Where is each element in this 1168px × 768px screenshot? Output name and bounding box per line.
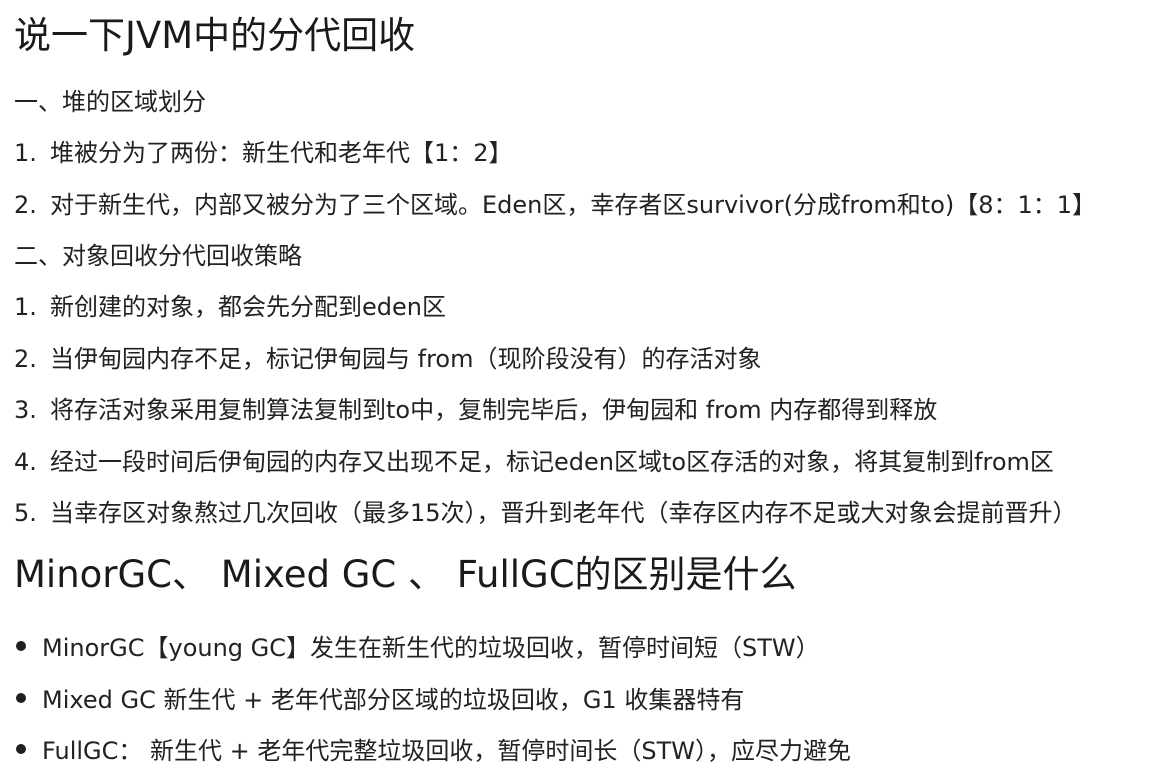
jvm-generational-gc-title: 说一下JVM中的分代回收 (14, 14, 416, 57)
list-number: 2. (14, 345, 37, 373)
list-item-text: 当伊甸园内存不足，标记伊甸园与 from（现阶段没有）的存活对象 (50, 345, 762, 373)
list-item: 2. 对于新生代，内部又被分为了三个区域。Eden区，幸存者区survivor(分… (14, 189, 1096, 221)
list-item-text: 堆被分为了两份：新生代和老年代【1：2】 (50, 139, 513, 167)
list-number: 1. (14, 293, 37, 321)
list-item-text: 新创建的对象，都会先分配到eden区 (50, 293, 446, 321)
list-number: 1. (14, 139, 37, 167)
list-item-text: 当幸存区对象熬过几次回收（最多15次），晋升到老年代（幸存区内存不足或大对象会提… (50, 499, 1077, 527)
list-item: 1. 新创建的对象，都会先分配到eden区 (14, 291, 446, 323)
list-item: 1. 堆被分为了两份：新生代和老年代【1：2】 (14, 137, 513, 169)
document-page: 说一下JVM中的分代回收 一、堆的区域划分 1. 堆被分为了两份：新生代和老年代【… (0, 0, 1168, 768)
list-item: 5. 当幸存区对象熬过几次回收（最多15次），晋升到老年代（幸存区内存不足或大对象… (14, 497, 1077, 529)
list-number: 5. (14, 499, 37, 527)
list-item: FullGC： 新生代 + 老年代完整垃圾回收，暂停时间长（STW），应尽力避免 (14, 735, 851, 767)
list-number: 2. (14, 191, 37, 219)
list-item: 4. 经过一段时间后伊甸园的内存又出现不足，标记eden区域to区存活的对象，将其… (14, 446, 1054, 478)
list-item-text: FullGC： 新生代 + 老年代完整垃圾回收，暂停时间长（STW），应尽力避免 (42, 737, 852, 765)
list-item-text: Mixed GC 新生代 + 老年代部分区域的垃圾回收，G1 收集器特有 (42, 686, 745, 714)
heap-division-heading: 一、堆的区域划分 (14, 88, 206, 116)
list-item: 3. 将存活对象采用复制算法复制到to中，复制完毕后，伊甸园和 from 内存都得… (14, 394, 937, 426)
gc-types-title: MinorGC、 Mixed GC 、 FullGC的区别是什么 (14, 553, 797, 596)
list-number: 3. (14, 396, 37, 424)
list-item: 2. 当伊甸园内存不足，标记伊甸园与 from（现阶段没有）的存活对象 (14, 343, 761, 375)
list-item-text: 对于新生代，内部又被分为了三个区域。Eden区，幸存者区survivor(分成f… (50, 191, 1097, 219)
list-number: 4. (14, 448, 37, 476)
list-item-text: 经过一段时间后伊甸园的内存又出现不足，标记eden区域to区存活的对象，将其复制… (50, 448, 1054, 476)
list-item-text: 将存活对象采用复制算法复制到to中，复制完毕后，伊甸园和 from 内存都得到释… (50, 396, 938, 424)
list-item: Mixed GC 新生代 + 老年代部分区域的垃圾回收，G1 收集器特有 (14, 684, 744, 716)
recycle-strategy-heading: 二、对象回收分代回收策略 (14, 242, 302, 270)
list-item: MinorGC【young GC】发生在新生代的垃圾回收，暂停时间短（STW） (14, 632, 820, 664)
list-item-text: MinorGC【young GC】发生在新生代的垃圾回收，暂停时间短（STW） (42, 634, 820, 662)
